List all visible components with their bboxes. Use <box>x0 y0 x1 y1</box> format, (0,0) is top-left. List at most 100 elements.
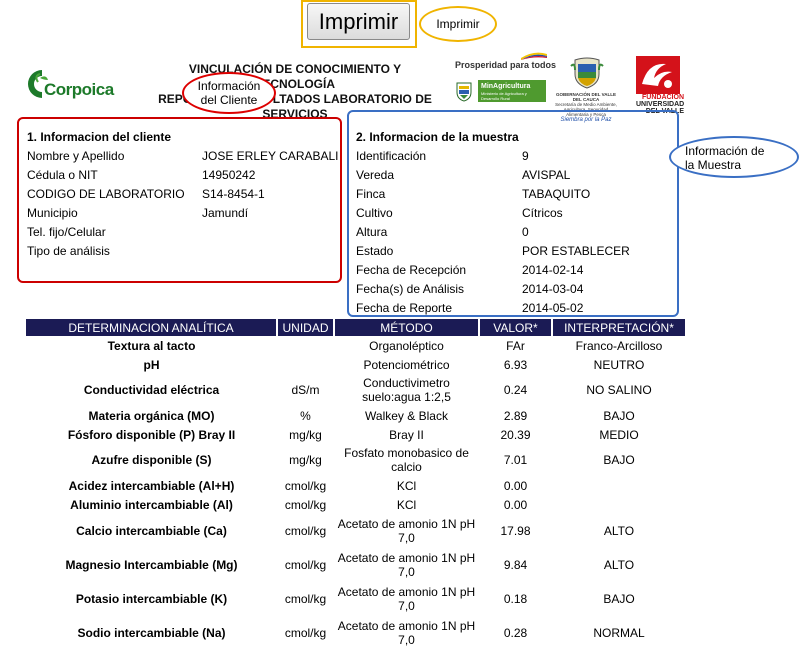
unit-cell: cmol/kg <box>284 497 327 512</box>
unit-cell: cmol/kg <box>284 478 327 493</box>
param-cell: Materia orgánica (MO) <box>88 408 215 423</box>
param-cell: Potasio intercambiable (K) <box>75 592 228 606</box>
client-info-row: Municipio Jamundí <box>27 204 339 223</box>
sample-info-row: Fecha de Recepción 2014-02-14 <box>356 261 674 280</box>
method-cell: Organoléptico <box>369 338 444 353</box>
interpretation-cell <box>552 495 686 514</box>
sample-info-row: Estado POR ESTABLECER <box>356 242 674 261</box>
sample-info-label: Altura <box>356 225 388 239</box>
unit-cell: cmol/kg <box>284 626 327 640</box>
interpretation-cell: NORMAL <box>593 626 645 640</box>
sample-info-label: Fecha(s) de Análisis <box>356 282 465 296</box>
client-info-label: Tel. fijo/Celular <box>27 225 106 239</box>
sample-info-value: AVISPAL <box>522 168 571 182</box>
method-cell: Acetato de amonio 1N pH 7,0 <box>337 517 476 545</box>
table-row: Conductividad eléctrica dS/m Conductivimet… <box>26 374 686 406</box>
universidad-label: UNIVERSIDAD <box>636 101 685 108</box>
client-info-label: Nombre y Apellido <box>27 149 125 163</box>
interpretation-cell: ALTO <box>603 558 635 572</box>
header-valor: VALOR* <box>479 319 553 336</box>
value-cell: 0.24 <box>503 383 528 397</box>
valle-crest-icon <box>570 57 604 89</box>
sample-info-rows: Identificación 9 Vereda AVISPAL Finca TABAQUI… <box>356 147 674 318</box>
table-row: Magnesio Intercambiable (Mg) cmol/kg Aceta… <box>26 548 686 582</box>
colombia-flag-icon <box>521 52 547 60</box>
unit-cell: dS/m <box>291 383 320 397</box>
table-row: Acidez intercambiable (Al+H) cmol/kg KCl 0.… <box>26 476 686 495</box>
method-cell: Bray II <box>389 427 424 442</box>
sample-info-label: Finca <box>356 187 386 201</box>
muestra-callout: Información de la Muestra <box>669 136 799 178</box>
value-cell: 9.84 <box>503 558 528 572</box>
method-cell: Acetato de amonio 1N pH 7,0 <box>337 619 476 647</box>
sample-info-value: TABAQUITO <box>522 187 591 201</box>
value-cell: FAr <box>506 338 525 353</box>
results-header-row: DETERMINACION ANALÍTICA UNIDAD MÉTODO VA… <box>26 319 687 336</box>
interpretation-cell: ALTO <box>603 524 635 538</box>
method-cell: Conductivimetro suelo:agua 1:2,5 <box>362 376 451 404</box>
sample-info-row: Fecha(s) de Análisis 2014-03-04 <box>356 280 674 299</box>
table-row: Calcio intercambiable (Ca) cmol/kg Acetato… <box>26 514 686 548</box>
table-row: Aluminio intercambiable (Al) cmol/kg KCl 0.… <box>26 495 686 514</box>
print-callout: Imprimir <box>419 6 497 42</box>
sample-info-value: Cítricos <box>522 206 563 220</box>
cliente-callout-line-2: del Cliente <box>200 93 258 107</box>
header-determinacion: DETERMINACION ANALÍTICA <box>26 319 278 336</box>
sample-info-value: 0 <box>522 225 529 239</box>
value-cell: 0.00 <box>503 478 528 493</box>
table-row: Fósforo disponible (P) Bray II mg/kg Bray … <box>26 425 686 444</box>
unit-cell: cmol/kg <box>284 558 327 572</box>
method-cell: Walkey & Black <box>365 408 448 423</box>
table-row: Textura al tacto Organoléptico FAr Franco-A… <box>26 336 686 355</box>
prosperidad-logo: Prosperidad para todos <box>455 60 557 70</box>
param-cell: Fósforo disponible (P) Bray II <box>67 427 236 442</box>
value-cell: 20.39 <box>500 427 531 442</box>
print-callout-text: Imprimir <box>436 17 480 31</box>
table-row: Potasio intercambiable (K) cmol/kg Acetato… <box>26 582 686 616</box>
value-cell: 17.98 <box>500 524 531 538</box>
method-cell: Potenciométrico <box>363 357 450 372</box>
table-row: Materia orgánica (MO)% Walkey & Black 2.89… <box>26 406 686 425</box>
value-cell: 2.89 <box>503 408 528 423</box>
interpretation-cell: BAJO <box>603 453 635 467</box>
client-info-label: Tipo de análisis <box>27 244 110 258</box>
sample-info-row: Finca TABAQUITO <box>356 185 674 204</box>
sample-info-value: 9 <box>522 149 529 163</box>
sample-info-label: Fecha de Reporte <box>356 301 453 315</box>
print-button[interactable]: Imprimir <box>307 3 410 40</box>
header-metodo: MÉTODO <box>334 319 480 336</box>
sample-info-row: Cultivo Cítricos <box>356 204 674 223</box>
client-info-rows: Nombre y Apellido JOSE ERLEY CARABALI Cédu… <box>27 147 339 261</box>
client-info-label: Cédula o NIT <box>27 168 98 182</box>
client-info-row: Tel. fijo/Celular <box>27 223 339 242</box>
header-interpretacion: INTERPRETACIÓN* <box>552 319 687 336</box>
sample-info-label: Estado <box>356 244 394 258</box>
client-info-row: Cédula o NIT 14950242 <box>27 166 339 185</box>
value-cell: 0.28 <box>503 626 528 640</box>
value-cell: 7.01 <box>503 453 528 467</box>
header-unidad: UNIDAD <box>277 319 335 336</box>
client-info-row: CODIGO DE LABORATORIO S14-8454-1 <box>27 185 339 204</box>
param-cell: Conductividad eléctrica <box>83 383 220 397</box>
unit-cell: mg/kg <box>289 427 322 442</box>
unit-cell <box>277 336 334 355</box>
value-cell: 0.00 <box>503 497 528 512</box>
interpretation-cell: MEDIO <box>599 427 639 442</box>
sample-info-row: Identificación 9 <box>356 147 674 166</box>
interpretation-cell: Franco-Arcilloso <box>575 338 663 353</box>
interpretation-cell: BAJO <box>603 408 635 423</box>
sample-info-label: Vereda <box>356 168 395 182</box>
interpretation-cell: NO SALINO <box>586 383 652 397</box>
interpretation-cell: BAJO <box>603 592 635 606</box>
param-cell: Magnesio Intercambiable (Mg) <box>65 558 238 572</box>
client-info-section: 1. Informacion del cliente Nombre y Apel… <box>27 128 339 261</box>
sample-info-label: Fecha de Recepción <box>356 263 467 277</box>
client-info-label: Municipio <box>27 206 78 220</box>
param-cell: Acidez intercambiable (Al+H) <box>68 478 235 493</box>
unit-cell: % <box>300 408 311 423</box>
colombia-shield-icon <box>456 82 472 102</box>
interpretation-cell: NEUTRO <box>593 357 645 372</box>
param-cell: Azufre disponible (S) <box>91 453 212 467</box>
param-cell: Aluminio intercambiable (Al) <box>70 497 233 512</box>
table-row: pH Potenciométrico 6.93 NEUTRO <box>26 355 686 374</box>
